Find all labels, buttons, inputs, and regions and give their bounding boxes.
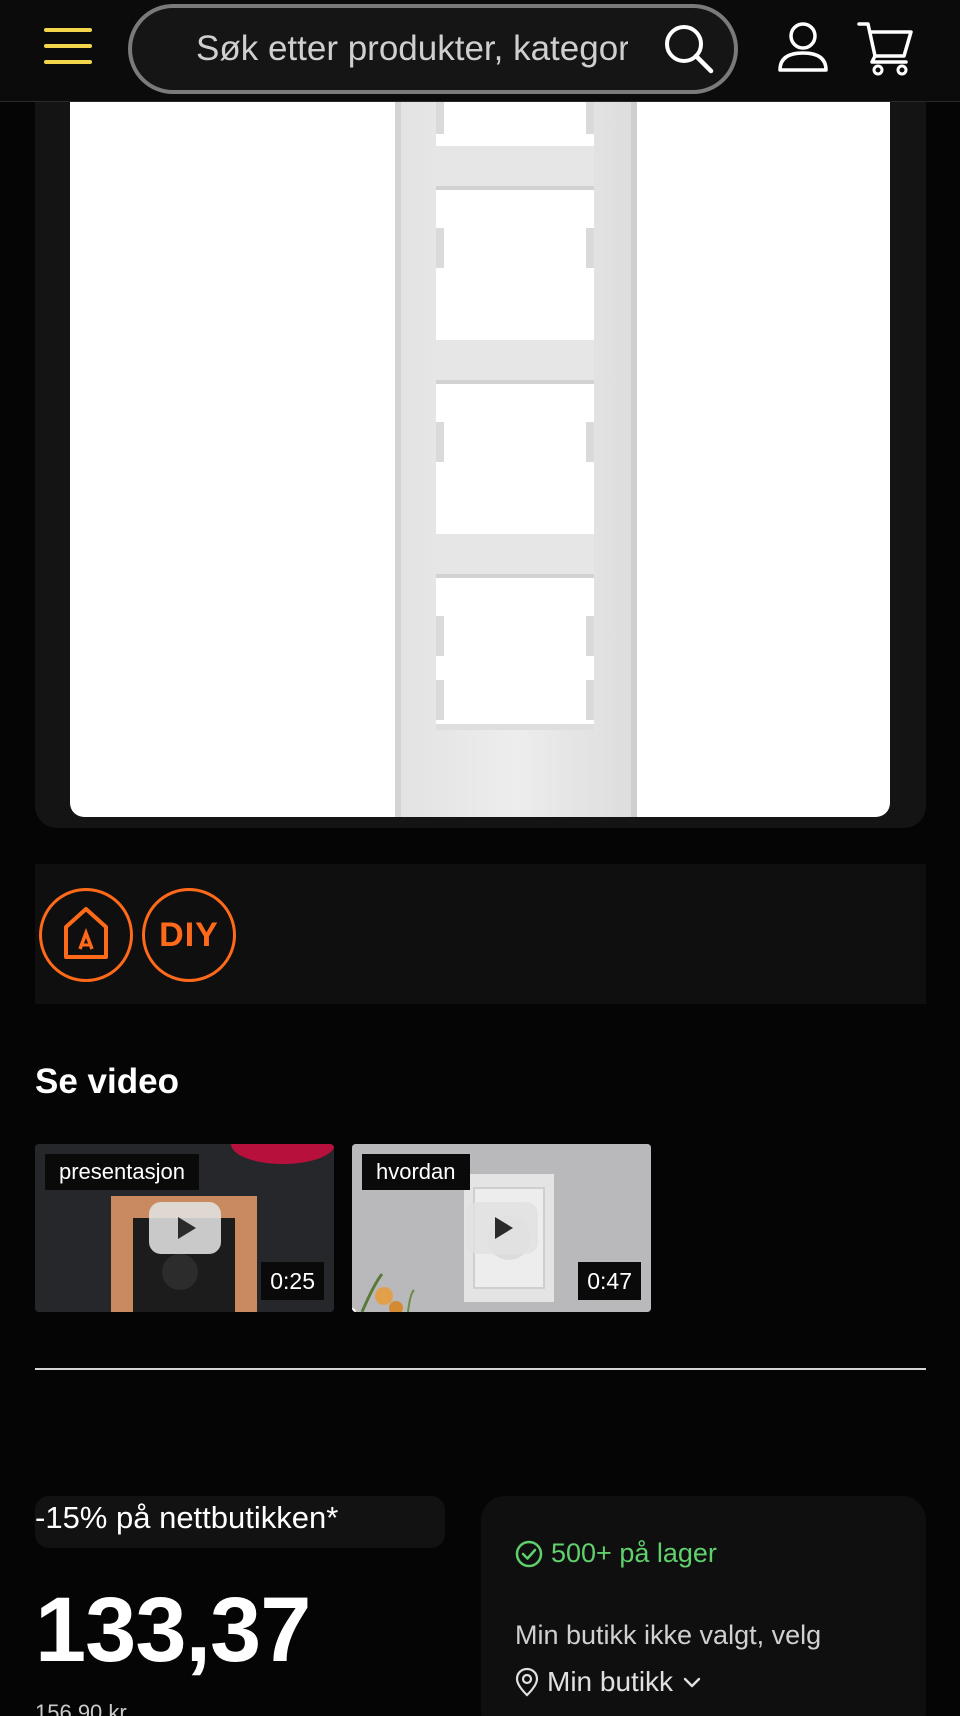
user-icon[interactable]	[776, 20, 830, 74]
cart-icon[interactable]	[856, 18, 914, 76]
select-store-link[interactable]: Min butikk	[515, 1666, 703, 1698]
menu-icon[interactable]	[44, 26, 92, 66]
original-price: 156,90 kr	[35, 1700, 127, 1716]
stock-status-text: 500+ på lager	[551, 1538, 717, 1568]
video-duration: 0:25	[261, 1262, 324, 1300]
feature-badges: DIY	[35, 864, 926, 1004]
stock-status: 500+ på lager	[515, 1538, 717, 1569]
top-header	[0, 0, 960, 102]
video-label: presentasjon	[45, 1154, 199, 1190]
stock-card: 500+ på lager Min butikk ikke valgt, vel…	[481, 1496, 926, 1716]
store-not-selected-text: Min butikk ikke valgt, velg	[515, 1620, 822, 1650]
product-image-card	[35, 60, 926, 828]
search-bar	[128, 4, 738, 94]
chevron-down-icon	[683, 1677, 701, 1688]
video-card-hvordan[interactable]: hvordan 0:47	[352, 1144, 651, 1312]
select-store-label: Min butikk	[547, 1666, 674, 1697]
diy-badge-label: DIY	[159, 915, 219, 954]
product-page: DIY Se video presentasjon 0:25 hvordan	[0, 0, 960, 1716]
video-duration: 0:47	[578, 1262, 641, 1300]
search-icon[interactable]	[662, 22, 716, 76]
video-card-presentasjon[interactable]: presentasjon 0:25	[35, 1144, 334, 1312]
video-label: hvordan	[362, 1154, 470, 1190]
price: 133,37	[35, 1579, 311, 1681]
check-circle-icon	[515, 1540, 543, 1567]
section-divider	[35, 1368, 926, 1370]
house-icon	[64, 907, 108, 959]
product-image[interactable]	[70, 60, 890, 817]
play-icon[interactable]	[149, 1202, 221, 1254]
video-section-heading: Se video	[35, 1062, 179, 1101]
search-input[interactable]	[196, 26, 628, 72]
play-icon[interactable]	[466, 1202, 538, 1254]
discount-tag: -15% på nettbutikken*	[35, 1496, 445, 1548]
diy-badge[interactable]: DIY	[142, 888, 236, 982]
location-pin-icon	[515, 1667, 539, 1697]
home-badge[interactable]	[39, 888, 133, 982]
